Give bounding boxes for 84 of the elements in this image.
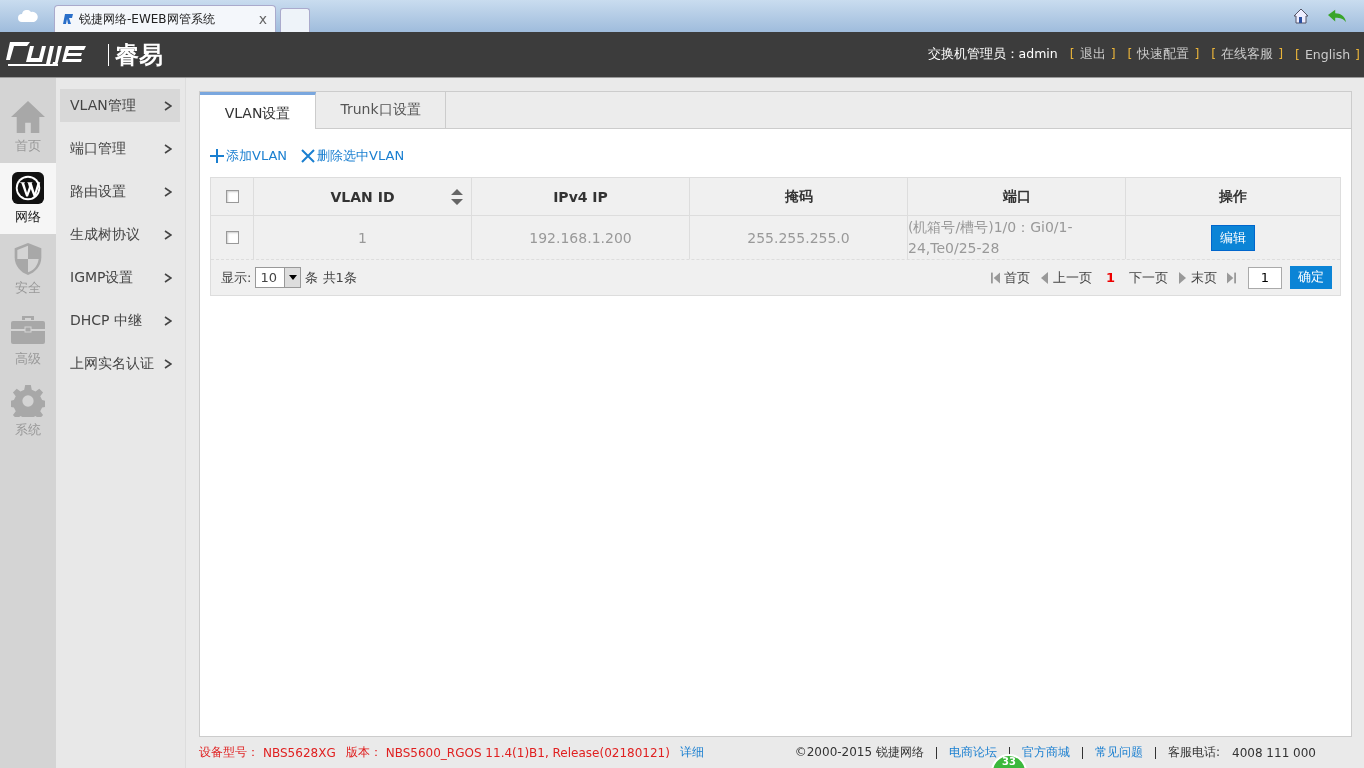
column-header: IPv4 IP bbox=[553, 188, 608, 205]
header-link[interactable]: 在线客服 bbox=[1221, 46, 1274, 63]
confirm-button[interactable]: 确定 bbox=[1290, 266, 1332, 289]
back-arrow-icon[interactable] bbox=[1328, 7, 1346, 25]
submenu-item[interactable]: 上网实名认证 bbox=[60, 347, 180, 380]
row-checkbox[interactable] bbox=[225, 231, 239, 244]
current-page: 1 bbox=[1105, 270, 1115, 285]
table-cell: 192.168.1.200 bbox=[529, 229, 632, 246]
browser-tab[interactable]: 锐捷网络-EWEB网管系统 x bbox=[54, 5, 276, 32]
select-all-checkbox[interactable] bbox=[225, 190, 239, 203]
page-size-select[interactable]: 10 bbox=[255, 267, 302, 288]
table-cell: 255.255.255.0 bbox=[747, 229, 850, 246]
previous-icon[interactable] bbox=[1039, 271, 1049, 284]
submenu-item[interactable]: 端口管理 bbox=[60, 132, 180, 165]
tab-title: 锐捷网络-EWEB网管系统 bbox=[79, 10, 216, 28]
sort-icon[interactable] bbox=[451, 188, 463, 205]
cloud-icon bbox=[18, 10, 38, 22]
column-header: VLAN ID bbox=[330, 188, 395, 205]
column-header: 端口 bbox=[1002, 187, 1031, 206]
edit-button[interactable]: 编辑 bbox=[1211, 224, 1255, 251]
brand-name: 睿易 bbox=[115, 39, 163, 71]
chevron-icon bbox=[164, 229, 172, 240]
bracket: ] bbox=[1110, 46, 1116, 63]
header-link[interactable]: 快速配置 bbox=[1137, 46, 1190, 63]
next-page-link[interactable]: 下一页 bbox=[1129, 268, 1168, 287]
house-icon[interactable] bbox=[1292, 7, 1310, 25]
user-label: 交换机管理员：admin bbox=[927, 46, 1058, 63]
record-count: 条 共1条 bbox=[305, 268, 357, 287]
version-value: NBS5600_RGOS 11.4(1)B1, Release(02180121) bbox=[385, 745, 670, 760]
chevron-icon bbox=[164, 186, 172, 197]
first-page-icon[interactable] bbox=[990, 271, 1000, 284]
briefcase-icon bbox=[11, 313, 45, 346]
footer-link[interactable]: 常见问题 bbox=[1094, 744, 1143, 761]
model-value: NBS5628XG bbox=[263, 745, 336, 760]
submenu-item[interactable]: 生成树协议 bbox=[60, 218, 180, 251]
action-link[interactable]: 添加VLAN bbox=[210, 147, 288, 165]
last-page-icon[interactable] bbox=[1227, 271, 1236, 284]
tab[interactable]: Trunk口设置 bbox=[316, 92, 446, 128]
bracket: [ bbox=[1295, 47, 1300, 62]
submenu-item[interactable]: VLAN管理 bbox=[60, 89, 180, 122]
bracket: ] bbox=[1194, 46, 1200, 63]
previous-page-link[interactable]: 上一页 bbox=[1052, 268, 1092, 287]
submenu-item[interactable]: 路由设置 bbox=[60, 175, 180, 208]
bracket: [ bbox=[1069, 46, 1075, 63]
copyright-text: ©2000-2015 锐捷网络 bbox=[794, 744, 924, 761]
next-icon[interactable] bbox=[1178, 271, 1187, 284]
first-page-link[interactable]: 首页 bbox=[1003, 268, 1030, 287]
chevron-icon bbox=[164, 143, 172, 154]
table-cell-text: (机箱号/槽号)1/0：Gi0/1-24,Te0/25-28 bbox=[908, 217, 1074, 258]
action-link[interactable]: 删除选中VLAN bbox=[301, 147, 405, 165]
header-link[interactable]: English bbox=[1304, 47, 1351, 62]
new-tab-button[interactable] bbox=[280, 8, 310, 32]
column-header: 掩码 bbox=[784, 187, 813, 206]
gear-icon bbox=[11, 384, 45, 417]
table-cell: 1 bbox=[358, 229, 367, 246]
chevron-icon bbox=[164, 358, 172, 369]
close-button[interactable]: x bbox=[258, 11, 267, 27]
version-label: 版本： bbox=[345, 744, 382, 761]
phone-label: 客服电话: bbox=[1167, 744, 1220, 761]
bracket: ] bbox=[1355, 47, 1360, 62]
bracket: ] bbox=[1278, 46, 1284, 63]
submenu-item[interactable]: DHCP 中继 bbox=[60, 304, 180, 337]
column-header: 操作 bbox=[1219, 187, 1247, 206]
dropdown-arrow-icon bbox=[288, 275, 297, 280]
page-size-label: 显示: bbox=[221, 268, 252, 287]
tab[interactable]: VLAN设置 bbox=[200, 92, 316, 129]
submenu-item[interactable]: IGMP设置 bbox=[60, 261, 180, 294]
header-link[interactable]: 退出 bbox=[1079, 46, 1106, 63]
last-page-link[interactable]: 末页 bbox=[1191, 268, 1217, 287]
nav-item[interactable]: 网络 bbox=[0, 163, 56, 234]
cross-icon bbox=[301, 149, 316, 163]
w-logo-icon bbox=[11, 171, 45, 204]
model-label: 设备型号： bbox=[199, 744, 259, 761]
tab-logo-icon bbox=[63, 14, 75, 24]
chevron-icon bbox=[164, 315, 172, 326]
chevron-icon bbox=[164, 272, 172, 283]
home-icon bbox=[11, 100, 45, 133]
bracket: [ bbox=[1211, 46, 1217, 63]
phone-number: 4008 111 000 bbox=[1232, 745, 1316, 760]
details-link[interactable]: 详细 bbox=[679, 744, 704, 761]
plus-icon bbox=[210, 149, 224, 163]
bracket: [ bbox=[1127, 46, 1133, 63]
page-input[interactable]: 1 bbox=[1248, 266, 1282, 289]
chevron-icon bbox=[164, 100, 172, 111]
